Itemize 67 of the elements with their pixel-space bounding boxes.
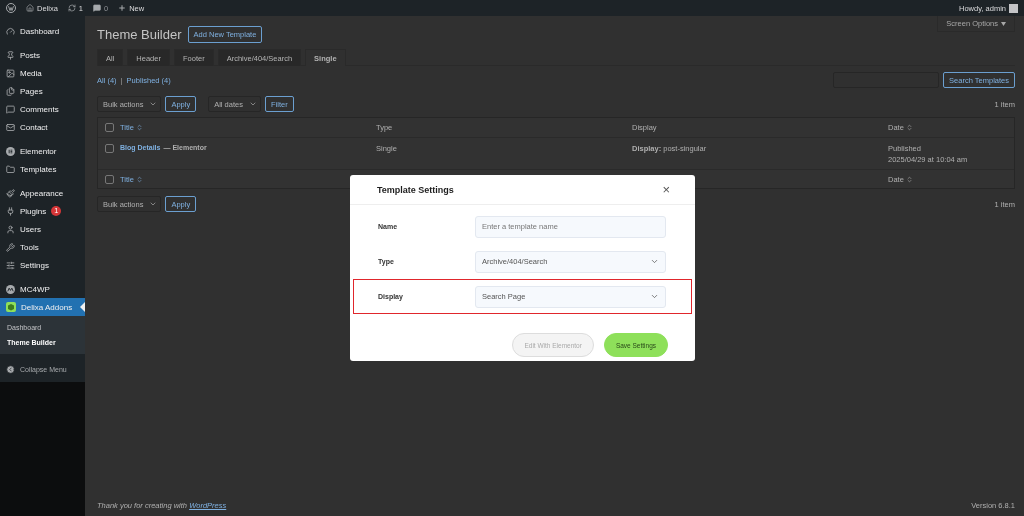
- menu-label: Comments: [20, 104, 59, 114]
- menu-item[interactable]: Appearance: [0, 184, 85, 202]
- home-icon: [26, 4, 34, 12]
- sort-icon: [135, 175, 143, 183]
- menu-item[interactable]: Tools: [0, 238, 85, 256]
- pin-icon: [6, 50, 15, 60]
- menu-label: Pages: [20, 86, 43, 96]
- menu-label: Dashboard: [20, 26, 60, 36]
- menu-label: Appearance: [20, 188, 64, 198]
- gauge-icon: [6, 26, 15, 36]
- sort-icon: [135, 124, 143, 131]
- refresh-icon: [67, 4, 76, 12]
- menu-label: Elementor: [20, 146, 57, 156]
- menu-label: Templates: [20, 164, 57, 174]
- select-all-checkbox[interactable]: [105, 174, 114, 184]
- elementor-icon: [6, 146, 15, 156]
- plug-icon: [6, 206, 15, 216]
- caret-icon: [1001, 21, 1006, 26]
- menu-label: Settings: [20, 260, 49, 270]
- sort-icon: [905, 175, 913, 183]
- chimp-icon: [6, 284, 15, 294]
- menu-item[interactable]: Templates: [0, 160, 85, 178]
- folder-icon: [6, 164, 15, 174]
- avatar-icon: [1009, 3, 1018, 13]
- cube-icon: [6, 302, 16, 312]
- menu-item[interactable]: Users: [0, 220, 85, 238]
- page-title: Theme Builder: [97, 27, 182, 42]
- menu-item[interactable]: Delixa Addons: [0, 298, 85, 316]
- menu-label: Delixa Addons: [21, 302, 73, 312]
- menu-item[interactable]: Pages: [0, 82, 85, 100]
- pages-icon: [6, 86, 15, 96]
- wordpress-logo-icon[interactable]: [6, 3, 16, 13]
- menu-item[interactable]: Posts: [0, 46, 85, 64]
- chevron-down-icon: [149, 100, 158, 108]
- menu-label: Contact: [20, 122, 48, 132]
- menu-item[interactable]: Contact: [0, 118, 85, 136]
- chevron-down-icon: [650, 257, 659, 266]
- menu-item[interactable]: Settings: [0, 256, 85, 274]
- menu-item[interactable]: Comments: [0, 100, 85, 118]
- select-all-checkbox[interactable]: [105, 123, 114, 132]
- chevron-down-icon: [650, 292, 659, 301]
- row-checkbox[interactable]: [105, 144, 114, 153]
- speech-bubble-icon: [93, 4, 101, 12]
- brush-icon: [6, 188, 15, 198]
- plus-icon: [118, 4, 127, 12]
- speech-bubble-icon: [6, 104, 15, 114]
- menu-label: MC4WP: [20, 284, 50, 294]
- image-icon: [6, 68, 15, 78]
- chevron-down-icon: [249, 100, 257, 108]
- menu-item[interactable]: Media: [0, 64, 85, 82]
- menu-item[interactable]: MC4WP: [0, 280, 85, 298]
- dialog-title: Template Settings: [377, 184, 454, 195]
- close-button[interactable]: ×: [662, 183, 670, 196]
- envelope-icon: [6, 122, 15, 132]
- menu-label: Users: [20, 224, 41, 234]
- menu-label: Tools: [20, 242, 39, 252]
- menu-item[interactable]: Dashboard: [0, 22, 85, 40]
- collapse-icon: [6, 364, 15, 374]
- sort-icon: [905, 124, 913, 131]
- chevron-down-icon: [149, 200, 158, 208]
- menu-label: Posts: [20, 50, 40, 60]
- user-icon: [6, 224, 15, 234]
- sliders-icon: [6, 260, 15, 270]
- menu-label: Plugins: [20, 206, 47, 216]
- wrench-icon: [6, 242, 15, 252]
- menu-item[interactable]: Elementor: [0, 142, 85, 160]
- menu-label: Media: [20, 68, 42, 78]
